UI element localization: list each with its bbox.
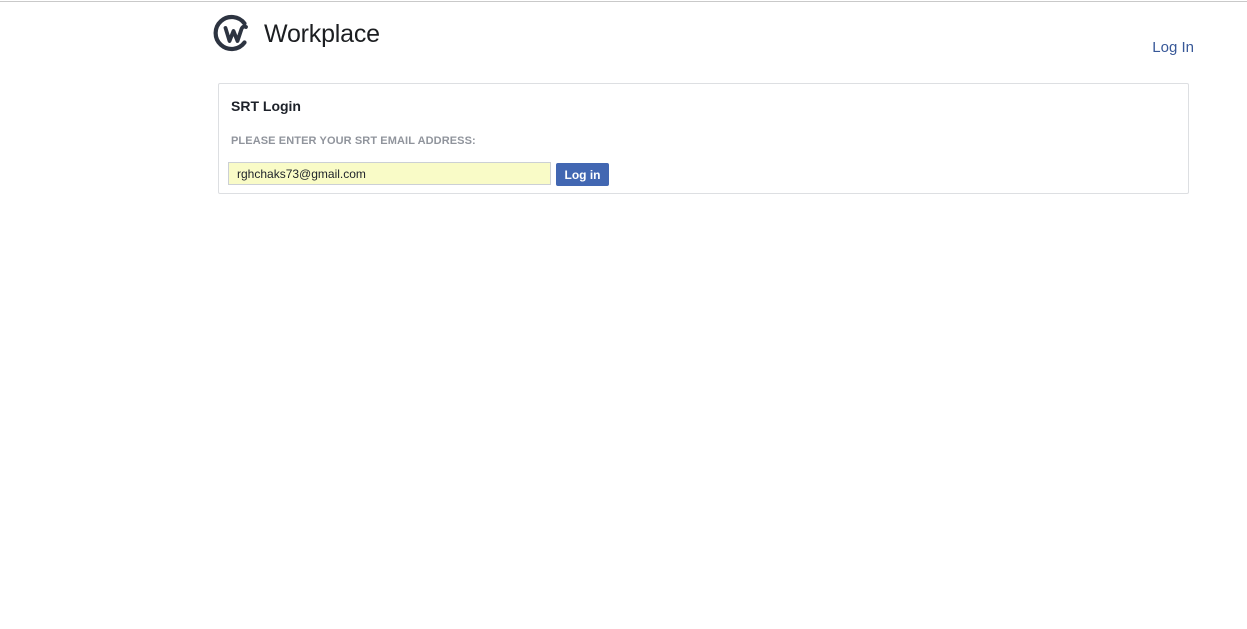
brand-name: Workplace [264, 19, 380, 48]
workplace-home-link[interactable]: Workplace [213, 12, 380, 54]
email-input[interactable] [228, 162, 551, 185]
login-button[interactable]: Log in [556, 163, 609, 186]
login-panel: SRT Login PLEASE ENTER YOUR SRT EMAIL AD… [218, 83, 1189, 194]
top-divider [0, 1, 1247, 2]
workplace-logo-icon [213, 14, 248, 52]
header-login-link[interactable]: Log In [1152, 39, 1194, 56]
panel-title: SRT Login [231, 98, 301, 114]
email-label: PLEASE ENTER YOUR SRT EMAIL ADDRESS: [231, 135, 476, 147]
